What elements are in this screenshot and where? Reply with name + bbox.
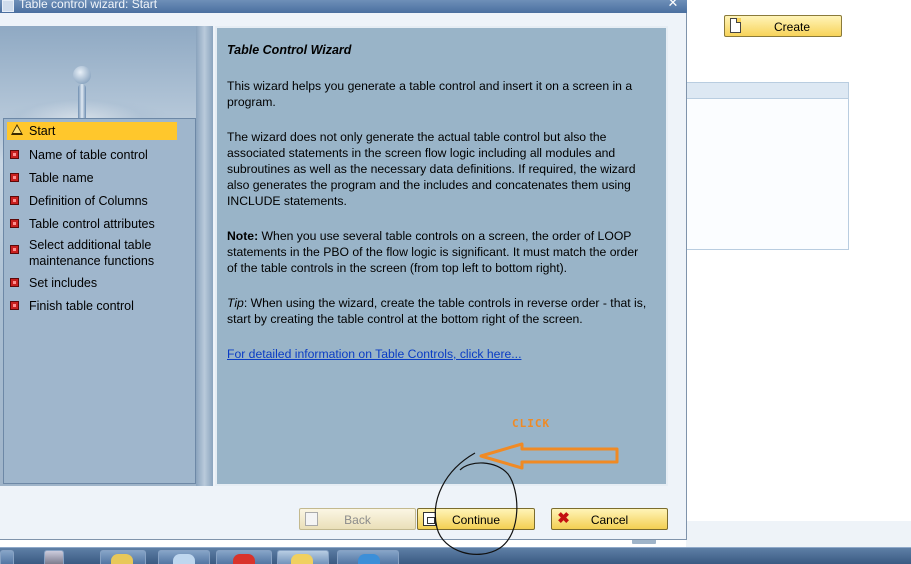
taskbar-item-explorer[interactable] — [100, 550, 146, 564]
wizard-content-text: Table Control Wizard This wizard helps y… — [227, 42, 647, 381]
tip-text: : When using the wizard, create the tabl… — [227, 296, 647, 326]
step-label: Select additional table maintenance func… — [29, 238, 155, 268]
tip-label: Tip — [227, 296, 244, 310]
click-annotation-label: CLICK — [512, 417, 551, 430]
internet-explorer-icon — [358, 554, 380, 564]
water-drop-icon — [73, 66, 91, 84]
background-status-strip — [686, 521, 911, 547]
red-square-icon — [10, 245, 19, 254]
cancel-button-label: Cancel — [590, 513, 629, 527]
warning-triangle-icon — [11, 124, 23, 135]
step-label: Start — [29, 124, 56, 138]
back-button[interactable]: Back — [299, 508, 416, 530]
description-paragraph: The wizard does not only generate the ac… — [227, 130, 636, 208]
dialog-title: Table control wizard: Start — [19, 0, 158, 11]
table-control-wizard-dialog: Table control wizard: Start ✕ Start Name… — [0, 0, 687, 540]
red-square-icon — [10, 219, 19, 228]
taskbar-item-app2[interactable] — [158, 550, 210, 564]
red-square-icon — [10, 150, 19, 159]
taskbar — [0, 547, 911, 564]
taskbar-item-app1[interactable] — [44, 550, 64, 564]
tip-paragraph: Tip: When using the wizard, create the t… — [227, 295, 647, 327]
taskbar-item-chrome[interactable] — [216, 550, 272, 564]
wizard-steps-list: Start Name of table control Table name D… — [3, 118, 196, 484]
step-label: Set includes — [29, 276, 98, 290]
help-link-paragraph: For detailed information on Table Contro… — [227, 346, 647, 362]
intro-paragraph: This wizard helps you generate a table c… — [227, 79, 633, 109]
continue-button[interactable]: Continue — [417, 508, 535, 530]
red-square-icon — [10, 196, 19, 205]
note-label: Note: — [227, 229, 259, 243]
sap-gui-icon — [291, 554, 313, 564]
continue-button-label: Continue — [451, 513, 501, 527]
wizard-content-pane: Table Control Wizard This wizard helps y… — [215, 26, 668, 486]
step-label: Finish table control — [29, 299, 134, 313]
taskbar-item-ie[interactable] — [337, 550, 399, 564]
red-square-icon — [10, 301, 19, 310]
step-label: Table control attributes — [29, 217, 155, 231]
background-panel-header — [687, 83, 848, 99]
window-icon — [173, 554, 195, 564]
taskbar-item-sap[interactable] — [277, 550, 329, 564]
red-square-icon — [10, 173, 19, 182]
step-start[interactable]: Start — [7, 122, 177, 140]
content-title: Table Control Wizard — [227, 43, 352, 57]
red-square-icon — [10, 278, 19, 287]
folder-icon — [111, 554, 133, 564]
start-button[interactable] — [0, 550, 14, 564]
table-controls-help-link[interactable]: For detailed information on Table Contro… — [227, 347, 521, 361]
background-panel — [686, 82, 849, 250]
water-drop-stem — [78, 84, 86, 122]
cancel-button[interactable]: ✖ Cancel — [551, 508, 668, 530]
create-button[interactable]: Create — [724, 15, 842, 37]
step-label: Definition of Columns — [29, 194, 148, 208]
chrome-icon — [233, 554, 255, 564]
back-button-label: Back — [344, 513, 371, 527]
note-text: When you use several table controls on a… — [227, 229, 639, 275]
step-label: Table name — [29, 171, 94, 185]
note-paragraph: Note: When you use several table control… — [227, 228, 647, 276]
step-label: Name of table control — [29, 148, 148, 162]
close-icon[interactable]: ✕ — [663, 0, 683, 11]
edit-document-icon — [2, 0, 14, 12]
dialog-titlebar[interactable]: Table control wizard: Start ✕ — [0, 0, 687, 13]
ripple-graphic-strip — [196, 26, 213, 486]
create-button-label: Create — [773, 20, 811, 34]
